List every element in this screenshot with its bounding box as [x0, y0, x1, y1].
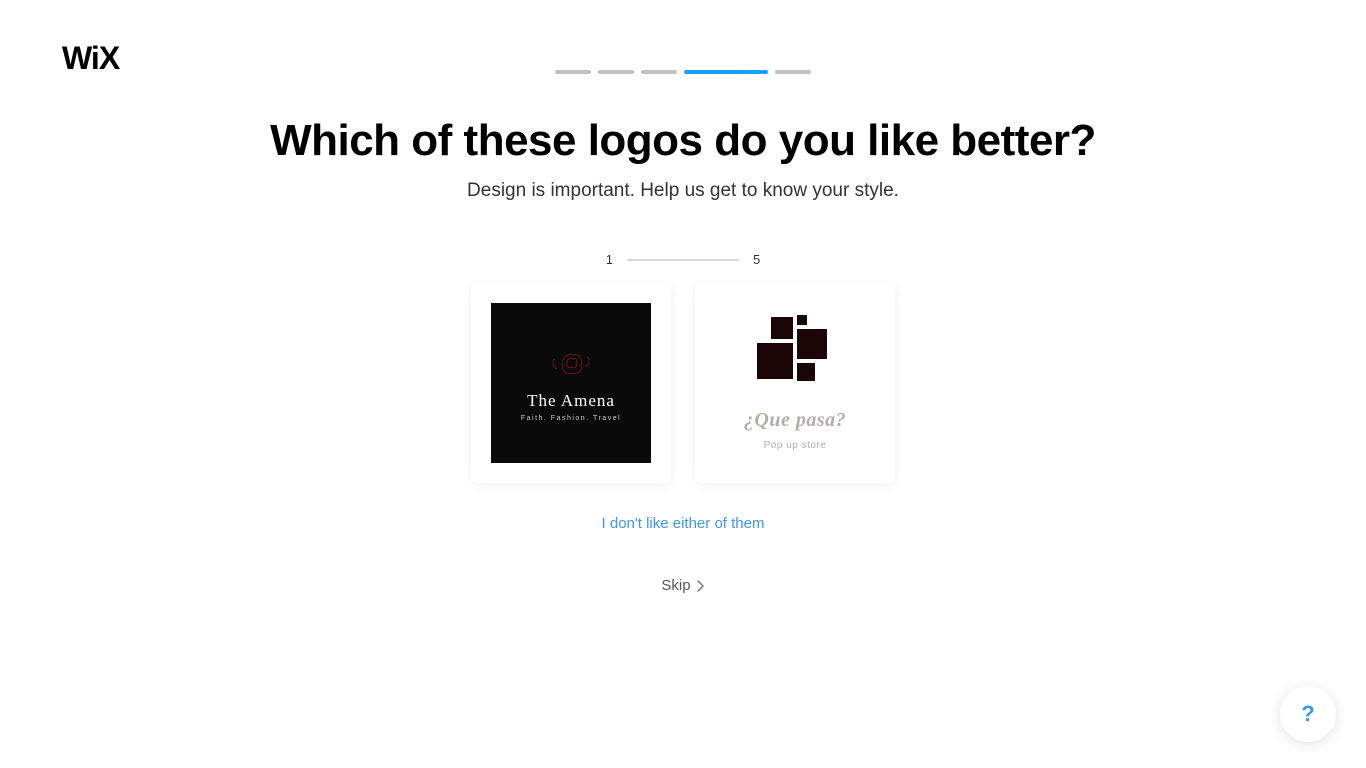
- logo-a-tile: The Amena Faith. Fashion. Travel: [491, 303, 651, 463]
- skip-label: Skip: [661, 577, 690, 594]
- progress-segment: [555, 70, 591, 74]
- step-current: 1: [606, 252, 613, 267]
- page-title: Which of these logos do you like better?: [0, 116, 1366, 166]
- dislike-both-link[interactable]: I don't like either of them: [602, 515, 765, 532]
- chevron-right-icon: [697, 580, 705, 592]
- step-track: [627, 259, 739, 261]
- logo-b-tile: ¿Que pasa? Pop up store: [715, 315, 875, 451]
- step-indicator: 1 5: [0, 252, 1366, 267]
- skip-button[interactable]: Skip: [661, 577, 704, 594]
- progress-segment: [775, 70, 811, 74]
- help-button[interactable]: ?: [1280, 686, 1336, 742]
- step-total: 5: [753, 252, 760, 267]
- blocks-icon: [755, 315, 835, 393]
- progress-segment-active: [684, 70, 768, 74]
- logo-b-title: ¿Que pasa?: [744, 409, 846, 432]
- logo-option-a[interactable]: The Amena Faith. Fashion. Travel: [471, 283, 671, 483]
- page-subtitle: Design is important. Help us get to know…: [0, 180, 1366, 202]
- rose-icon: [547, 345, 595, 383]
- progress-segment: [641, 70, 677, 74]
- logo-b-tagline: Pop up store: [764, 440, 827, 451]
- logo-option-b[interactable]: ¿Que pasa? Pop up store: [695, 283, 895, 483]
- wix-logo: WiX: [62, 40, 119, 77]
- logo-a-tagline: Faith. Fashion. Travel: [521, 415, 621, 422]
- logo-a-title: The Amena: [527, 391, 615, 411]
- progress-bar: [0, 0, 1366, 74]
- progress-segment: [598, 70, 634, 74]
